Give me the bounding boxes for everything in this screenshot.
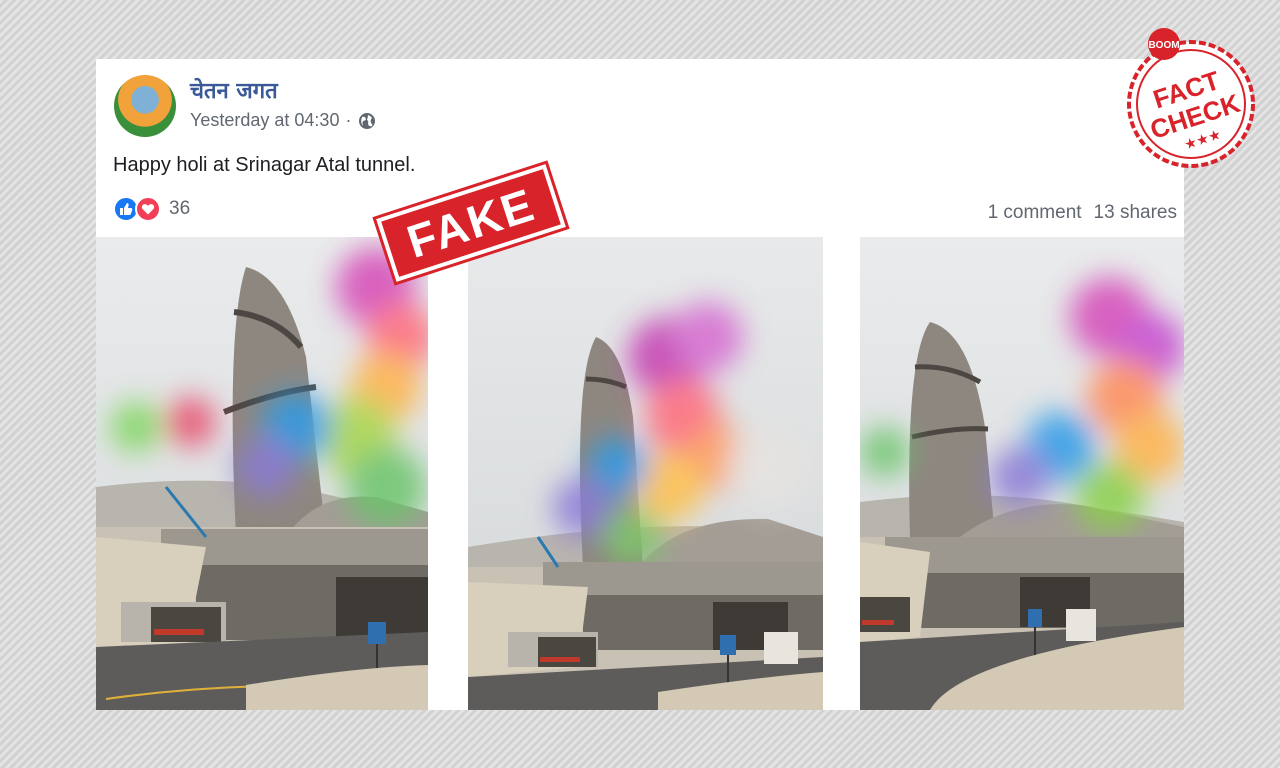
reaction-summary[interactable]: 36: [113, 196, 190, 222]
post-meta: Yesterday at 04:30 ·: [190, 110, 377, 131]
love-reaction-icon: [135, 196, 161, 222]
shares-link[interactable]: 13 shares: [1094, 202, 1177, 224]
author-avatar[interactable]: [114, 75, 176, 137]
author-name[interactable]: चेतन जगत: [190, 75, 278, 105]
globe-icon: [359, 112, 376, 129]
engagement-stats: 1 comment 13 shares: [988, 202, 1177, 224]
post-timestamp[interactable]: Yesterday at 04:30: [190, 110, 339, 131]
boom-fact-check-badge: BOOM FACT CHECK ★★★: [1124, 26, 1258, 172]
meta-separator: ·: [345, 110, 352, 130]
comments-link[interactable]: 1 comment: [988, 202, 1082, 224]
tunnel-holi-photo: [468, 237, 823, 710]
post-photo-1[interactable]: [96, 237, 428, 710]
post-text: Happy holi at Srinagar Atal tunnel.: [113, 154, 416, 176]
post-photo-2[interactable]: [468, 237, 823, 710]
tunnel-holi-photo: [96, 237, 428, 710]
tunnel-holi-photo: [860, 237, 1184, 710]
reaction-count: 36: [169, 198, 191, 219]
badge-top-label: BOOM: [1148, 40, 1179, 51]
post-photo-3[interactable]: [860, 237, 1184, 710]
